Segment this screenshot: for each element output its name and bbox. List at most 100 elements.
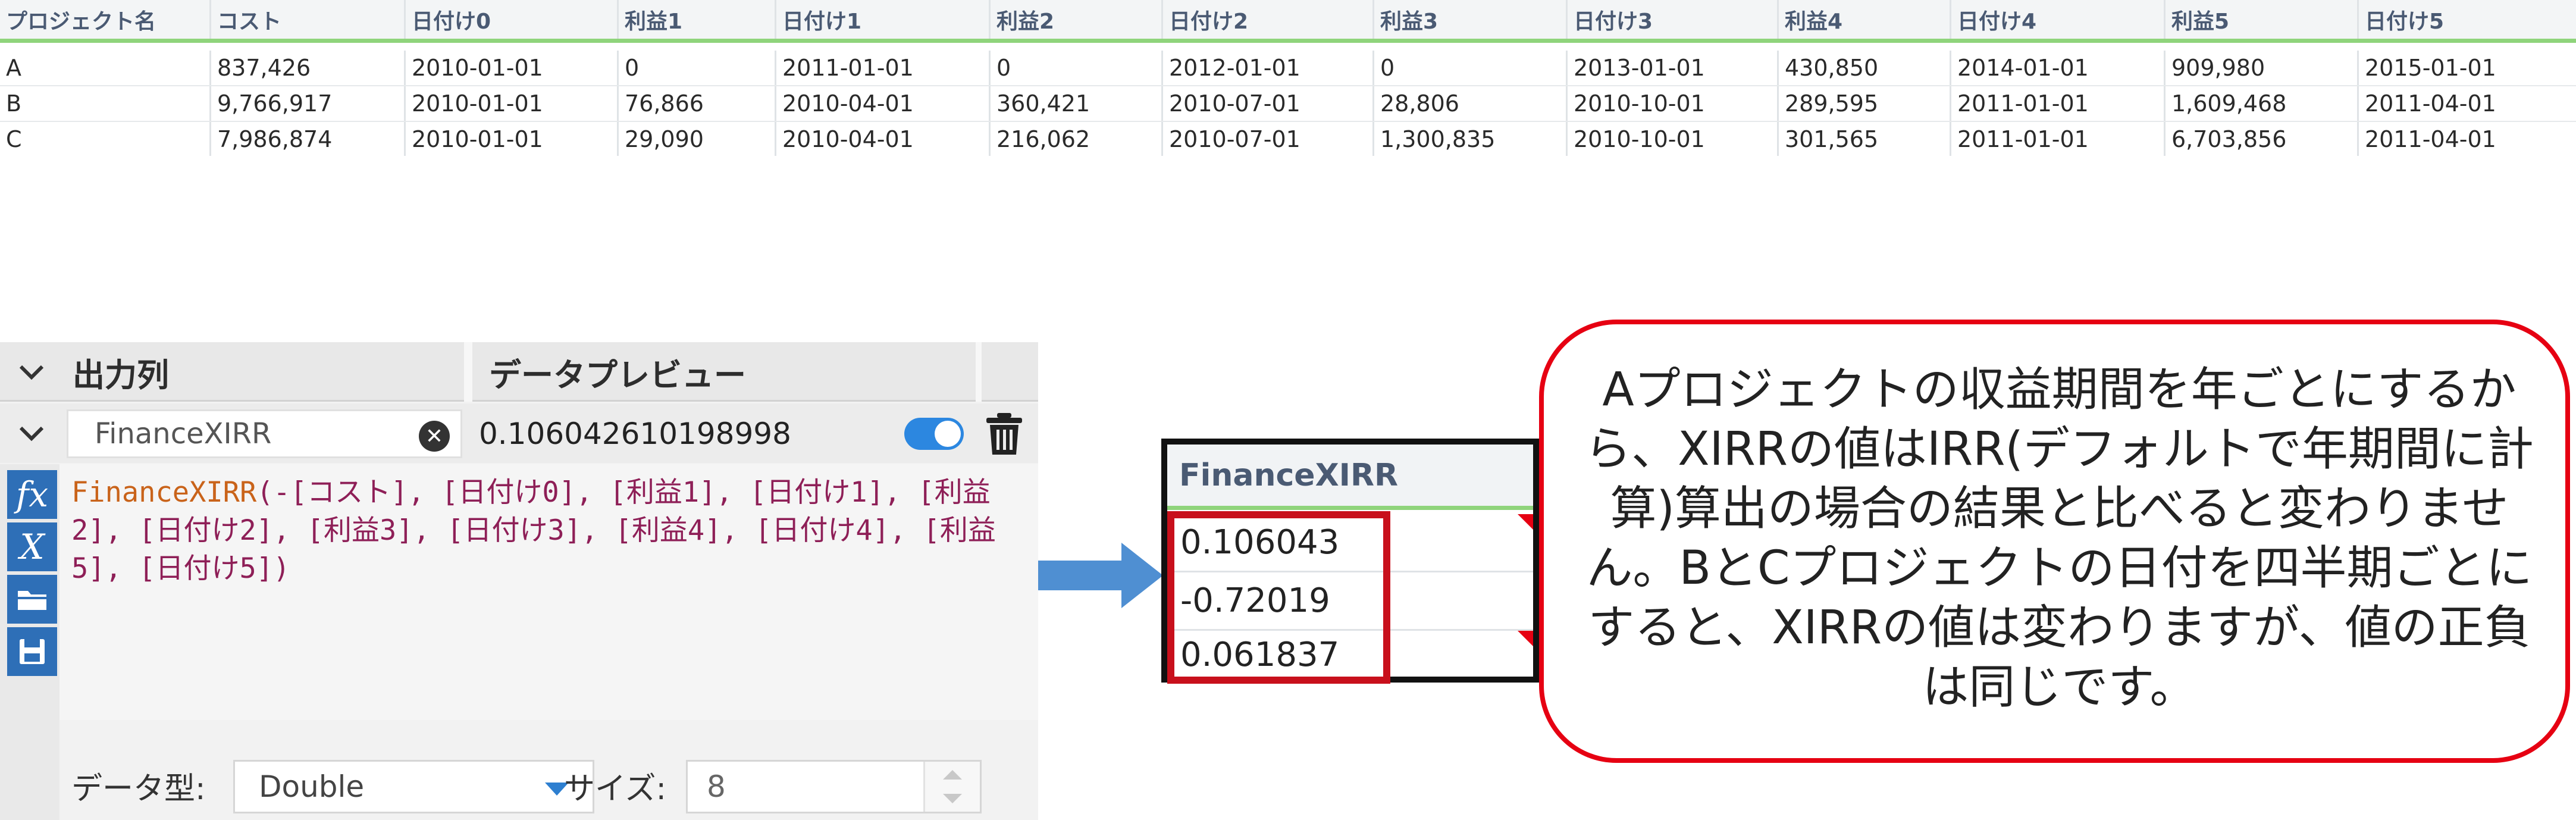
chevron-down-icon[interactable] xyxy=(11,414,52,452)
formula-field-row[interactable]: FinanceXIRR ✕ 0.106042610198998 xyxy=(0,403,1038,463)
column-header[interactable]: 利益3 xyxy=(1374,0,1568,39)
output-column-header: 出力列 xyxy=(73,356,169,394)
formula-config-panel: 出力列 データプレビュー FinanceXIRR ✕ 0.10604261019… xyxy=(0,342,1038,820)
explanation-callout: Aプロジェクトの収益期間を年ごとにするから、XIRRの値はIRR(デフォルトで年… xyxy=(1539,320,2570,763)
data-type-select[interactable]: Double xyxy=(233,760,594,813)
stepper-up-icon[interactable] xyxy=(943,770,962,780)
table-cell: 360,421 xyxy=(991,86,1163,121)
table-cell: 2010-10-01 xyxy=(1568,122,1779,156)
expression-toolbar: fx X xyxy=(0,464,59,820)
data-preview-header: データプレビュー xyxy=(489,356,746,394)
table-cell: 2012-01-01 xyxy=(1163,51,1374,85)
size-stepper[interactable] xyxy=(923,762,980,812)
table-cell: 2010-04-01 xyxy=(776,86,991,121)
stepper-down-icon[interactable] xyxy=(943,794,962,803)
column-header[interactable]: 日付け0 xyxy=(406,0,619,39)
panel-header: 出力列 データプレビュー xyxy=(0,342,1038,402)
explanation-text: Aプロジェクトの収益期間を年ごとにするから、XIRRの値はIRR(デフォルトで年… xyxy=(1585,363,2534,714)
table-cell: 6,703,856 xyxy=(2166,122,2359,156)
column-divider[interactable] xyxy=(464,342,472,402)
output-field-name-input[interactable]: FinanceXIRR ✕ xyxy=(67,409,462,458)
results-header: FinanceXIRR xyxy=(1167,445,1533,510)
table-cell: 216,062 xyxy=(991,122,1163,156)
column-divider[interactable] xyxy=(976,342,982,402)
column-header[interactable]: 利益1 xyxy=(619,0,776,39)
table-cell: 2013-01-01 xyxy=(1568,51,1779,85)
column-header[interactable]: 日付け2 xyxy=(1163,0,1374,39)
right-arrow-icon xyxy=(1038,543,1163,608)
save-icon[interactable] xyxy=(7,627,57,676)
preview-toggle[interactable] xyxy=(904,418,964,450)
highlight-box xyxy=(1167,511,1390,684)
column-header[interactable]: 利益4 xyxy=(1779,0,1951,39)
column-header[interactable]: 日付け1 xyxy=(776,0,991,39)
variable-icon[interactable]: X xyxy=(7,522,57,571)
size-input[interactable]: 8 xyxy=(686,760,982,813)
toggle-knob xyxy=(935,421,961,447)
table-cell: C xyxy=(0,122,211,156)
table-cell: A xyxy=(0,51,211,85)
table-cell: 2010-07-01 xyxy=(1163,122,1374,156)
table-cell: 1,609,468 xyxy=(2166,86,2359,121)
function-icon[interactable]: fx xyxy=(7,470,57,519)
size-value: 8 xyxy=(707,769,726,804)
table-cell: 430,850 xyxy=(1779,51,1951,85)
column-header[interactable]: 日付け4 xyxy=(1951,0,2166,39)
folder-icon[interactable] xyxy=(7,575,57,624)
table-cell: B xyxy=(0,86,211,121)
table-cell: 2011-01-01 xyxy=(1951,86,2166,121)
preview-value: 0.106042610198998 xyxy=(479,417,791,451)
data-type-value: Double xyxy=(259,769,365,804)
table-cell: 837,426 xyxy=(211,51,406,85)
table-cell: 2010-04-01 xyxy=(776,122,991,156)
data-type-label: データ型: xyxy=(71,771,206,807)
table-row[interactable]: A 837,426 2010-01-01 0 2011-01-01 0 2012… xyxy=(0,51,2576,86)
table-cell: 909,980 xyxy=(2166,51,2359,85)
table-cell: 2015-01-01 xyxy=(2365,55,2496,81)
table-row[interactable]: B 9,766,917 2010-01-01 76,866 2010-04-01… xyxy=(0,86,2576,122)
size-label: サイズ: xyxy=(564,771,666,807)
table-cell: 0 xyxy=(991,51,1163,85)
column-header[interactable]: 利益2 xyxy=(991,0,1163,39)
table-header-row: プロジェクト名 コスト 日付け0 利益1 日付け1 利益2 日付け2 利益3 日… xyxy=(0,0,2576,43)
table-cell: 2010-01-01 xyxy=(406,51,619,85)
clear-icon[interactable]: ✕ xyxy=(419,421,450,452)
table-cell: 2010-01-01 xyxy=(406,122,619,156)
column-header[interactable]: プロジェクト名 xyxy=(0,0,211,39)
table-cell: 2011-01-01 xyxy=(776,51,991,85)
column-header[interactable]: コスト xyxy=(211,0,406,39)
table-cell: 289,595 xyxy=(1779,86,1951,121)
table-cell: 2010-10-01 xyxy=(1568,86,1779,121)
results-column-header[interactable]: FinanceXIRR xyxy=(1179,445,1398,506)
expression-editor[interactable]: FinanceXIRR(-[コスト], [日付け0], [利益1], [日付け1… xyxy=(59,464,1038,720)
data-table: プロジェクト名 コスト 日付け0 利益1 日付け1 利益2 日付け2 利益3 日… xyxy=(0,0,2576,156)
expression-code[interactable]: FinanceXIRR(-[コスト], [日付け0], [利益1], [日付け1… xyxy=(71,474,1029,588)
table-cell: 0 xyxy=(1374,51,1568,85)
expression-function-name: FinanceXIRR xyxy=(71,476,257,509)
table-cell: 9,766,917 xyxy=(211,86,406,121)
table-cell: 7,986,874 xyxy=(211,122,406,156)
table-cell: 76,866 xyxy=(619,86,776,121)
warning-flag-icon xyxy=(1518,514,1533,530)
table-cell: 29,090 xyxy=(619,122,776,156)
table-cell: 2010-07-01 xyxy=(1163,86,1374,121)
table-cell: 2014-01-01 xyxy=(1951,51,2166,85)
table-cell: 28,806 xyxy=(1374,86,1568,121)
table-cell: 2011-04-01 xyxy=(2365,126,2496,152)
column-header[interactable]: 日付け5 xyxy=(2359,0,2576,39)
table-cell: 2011-04-01 xyxy=(2365,90,2496,117)
chevron-down-icon[interactable] xyxy=(11,353,52,391)
trash-icon[interactable] xyxy=(982,411,1027,457)
results-preview-box: FinanceXIRR 0.106043 -0.72019 0.061837 xyxy=(1161,439,1539,684)
warning-flag-icon xyxy=(1518,631,1533,646)
output-field-name-value: FinanceXIRR xyxy=(95,417,272,450)
column-header[interactable]: 利益5 xyxy=(2166,0,2359,39)
table-cell: 2011-01-01 xyxy=(1951,122,2166,156)
table-cell: 2010-01-01 xyxy=(406,86,619,121)
table-cell: 1,300,835 xyxy=(1374,122,1568,156)
column-header[interactable]: 日付け3 xyxy=(1568,0,1779,39)
data-type-row: データ型: Double サイズ: 8 xyxy=(59,753,1038,818)
table-row[interactable]: C 7,986,874 2010-01-01 29,090 2010-04-01… xyxy=(0,122,2576,156)
table-cell: 301,565 xyxy=(1779,122,1951,156)
table-cell: 0 xyxy=(619,51,776,85)
